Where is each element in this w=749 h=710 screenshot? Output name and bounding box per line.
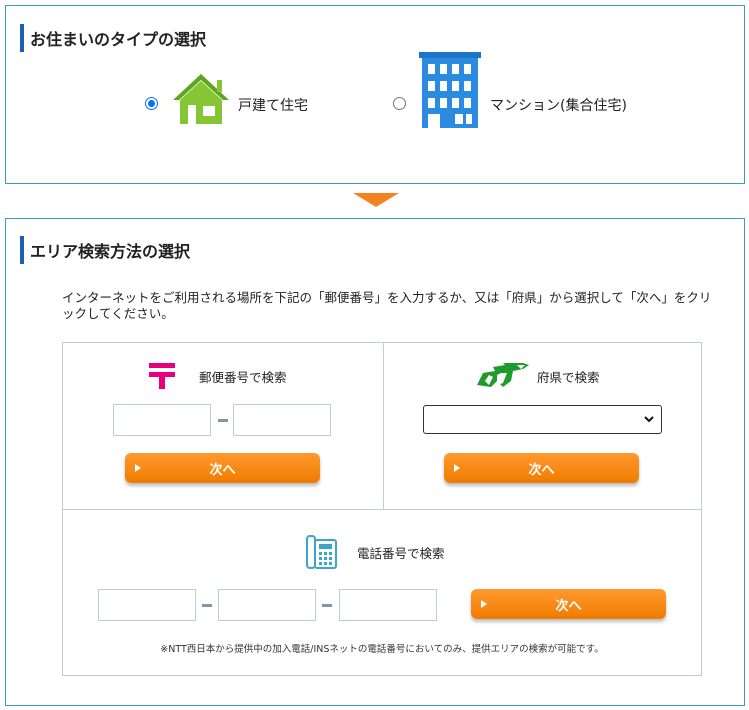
grid-divider-horizontal — [63, 509, 701, 510]
play-triangle-icon — [481, 600, 487, 608]
postal-mark-icon — [149, 363, 175, 389]
option-label-apartment[interactable]: マンション(集合住宅) — [490, 95, 627, 115]
phone-second-input[interactable] — [218, 589, 316, 621]
housing-type-panel: お住まいのタイプの選択 戸建て住宅 マンション(集合住宅) — [5, 5, 745, 184]
grid-divider-vertical — [383, 343, 384, 509]
telephone-icon — [306, 535, 337, 569]
instruction-text: インターネットをご利用される場所を下記の「郵便番号」を入力するか、又は「府県」か… — [62, 290, 712, 321]
heading-bar — [20, 24, 24, 52]
radio-apartment[interactable] — [393, 97, 406, 110]
phone-search-note: ※NTT西日本から提供中の加入電話/INSネットの電話番号においてのみ、提供エリ… — [160, 644, 604, 655]
phone-dash-1 — [202, 604, 212, 607]
housing-type-heading: お住まいのタイプの選択 — [20, 24, 206, 52]
postal-dash — [218, 419, 228, 422]
down-arrow-icon — [353, 193, 399, 207]
radio-detached-house[interactable] — [145, 97, 158, 110]
play-triangle-icon — [135, 464, 141, 472]
search-method-grid: 郵便番号で検索 次へ 府県で検索 次へ 電話番号で検索 次へ ※NTT西日本から… — [62, 342, 702, 676]
postal-code-second-input[interactable] — [233, 404, 331, 436]
phone-next-button[interactable]: 次へ — [471, 589, 666, 619]
postal-next-label: 次へ — [209, 462, 236, 478]
chevron-down-icon — [644, 416, 654, 423]
phone-next-label: 次へ — [555, 598, 582, 614]
option-label-detached-house[interactable]: 戸建て住宅 — [238, 95, 308, 115]
postal-search-title: 郵便番号で検索 — [199, 370, 287, 385]
area-search-heading-text: エリア検索方法の選択 — [30, 242, 191, 261]
phone-first-input[interactable] — [98, 589, 196, 621]
prefecture-search-title: 府県で検索 — [537, 370, 600, 385]
prefecture-select[interactable] — [423, 405, 662, 434]
prefecture-map-icon — [477, 363, 529, 387]
housing-type-heading-text: お住まいのタイプの選択 — [30, 30, 207, 49]
area-search-heading: エリア検索方法の選択 — [20, 236, 190, 264]
prefecture-next-button[interactable]: 次へ — [444, 453, 639, 483]
phone-third-input[interactable] — [339, 589, 437, 621]
postal-next-button[interactable]: 次へ — [125, 453, 320, 483]
heading-bar — [20, 236, 24, 264]
phone-dash-2 — [322, 604, 332, 607]
building-icon — [419, 52, 481, 128]
prefecture-next-label: 次へ — [528, 462, 555, 478]
postal-code-first-input[interactable] — [113, 404, 211, 436]
house-icon — [173, 74, 229, 124]
play-triangle-icon — [454, 464, 460, 472]
phone-search-title: 電話番号で検索 — [357, 546, 445, 561]
